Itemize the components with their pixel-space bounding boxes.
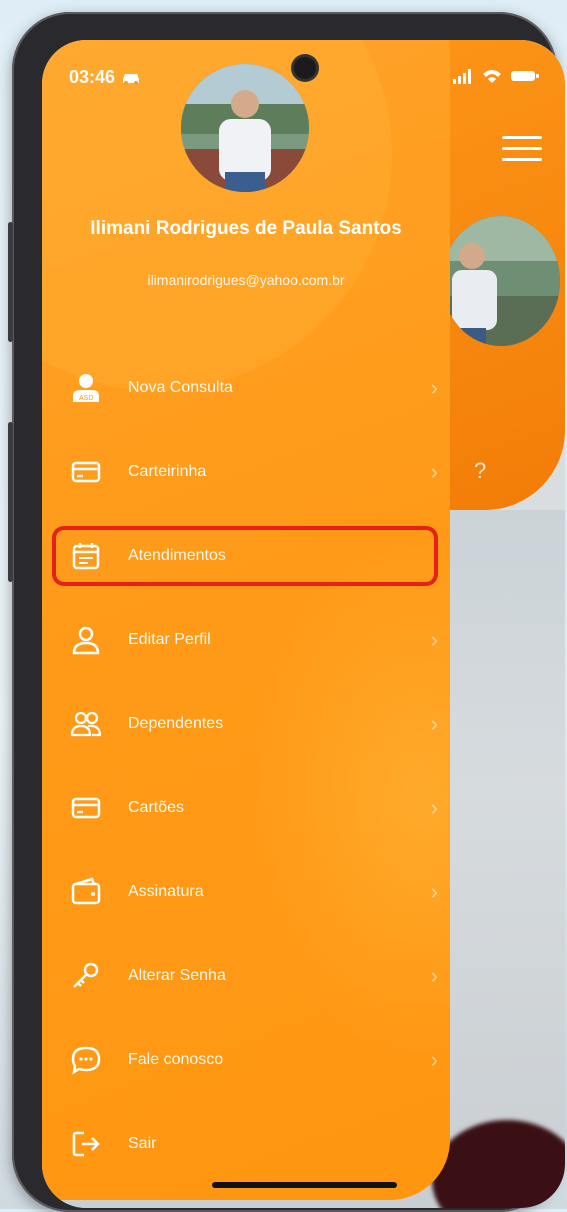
menu-label: Editar Perfil [128,631,211,648]
users-icon [70,711,102,737]
credit-card-icon [71,797,101,819]
key-icon [73,962,99,988]
menu-item-atendimentos[interactable]: Atendimentos [52,526,438,586]
menu-label: Sair [128,1135,157,1152]
profile-email: ilimanirodrigues@yahoo.com.br [147,272,345,288]
menu-item-nova-consulta[interactable]: ASD Nova Consulta › [56,362,438,414]
menu-item-editar-perfil[interactable]: Editar Perfil › [56,614,438,666]
chevron-right-icon: › [430,711,438,736]
menu-item-sair[interactable]: Sair [56,1118,434,1170]
car-icon [123,73,140,85]
chat-icon [71,1046,101,1075]
wifi-icon [483,70,501,83]
chevron-right-icon: › [430,375,438,400]
calendar-icon [72,543,100,570]
menu-label: Atendimentos [128,547,226,564]
menu-item-carteirinha[interactable]: Carteirinha › [56,446,438,498]
menu-label: Dependentes [128,715,224,732]
menu-item-dependentes[interactable]: Dependentes › [56,698,438,750]
status-bar-time: 03:46 [69,67,141,88]
screen: ? 03:46 Ilimani Rodrigues de Paula Santo… [42,40,565,1208]
menu-label: Assinatura [128,883,204,900]
chevron-right-icon: › [430,963,438,988]
menu-icon[interactable] [502,136,542,162]
menu-label: Fale conosco [128,1051,224,1068]
svg-text:ASD: ASD [79,395,93,402]
front-camera [294,57,316,79]
card-icon [71,461,101,483]
menu-label: Carteirinha [128,463,207,480]
menu-label: Alterar Senha [128,967,226,984]
navigation-drawer: 03:46 Ilimani Rodrigues de Paula Santos … [42,40,450,1200]
doctor-icon: ASD [73,374,99,402]
chevron-right-icon: › [430,1047,438,1072]
chevron-right-icon: › [430,795,438,820]
chevron-right-icon: › [430,459,438,484]
wallet-icon [71,877,101,905]
home-indicator[interactable] [212,1182,397,1188]
phone-frame: ? 03:46 Ilimani Rodrigues de Paula Santo… [8,12,565,1212]
profile-name: Ilimani Rodrigues de Paula Santos [90,218,402,239]
time-text: 03:46 [69,67,116,87]
signal-icon [453,69,471,84]
battery-icon [511,71,539,81]
status-bar-icons [452,68,540,84]
user-icon [72,626,100,655]
menu-item-cartoes[interactable]: Cartões › [56,782,438,834]
menu-item-fale-conosco[interactable]: Fale conosco › [56,1034,438,1086]
chevron-right-icon: › [430,879,438,904]
menu-item-assinatura[interactable]: Assinatura › [56,866,438,918]
menu-item-alterar-senha[interactable]: Alterar Senha › [56,950,438,1002]
menu-label: Cartões [128,799,185,816]
menu-label: Nova Consulta [128,379,233,396]
background-avatar [442,216,560,346]
avatar[interactable] [181,64,309,192]
logout-icon [72,1131,100,1157]
chevron-right-icon: › [430,627,438,652]
